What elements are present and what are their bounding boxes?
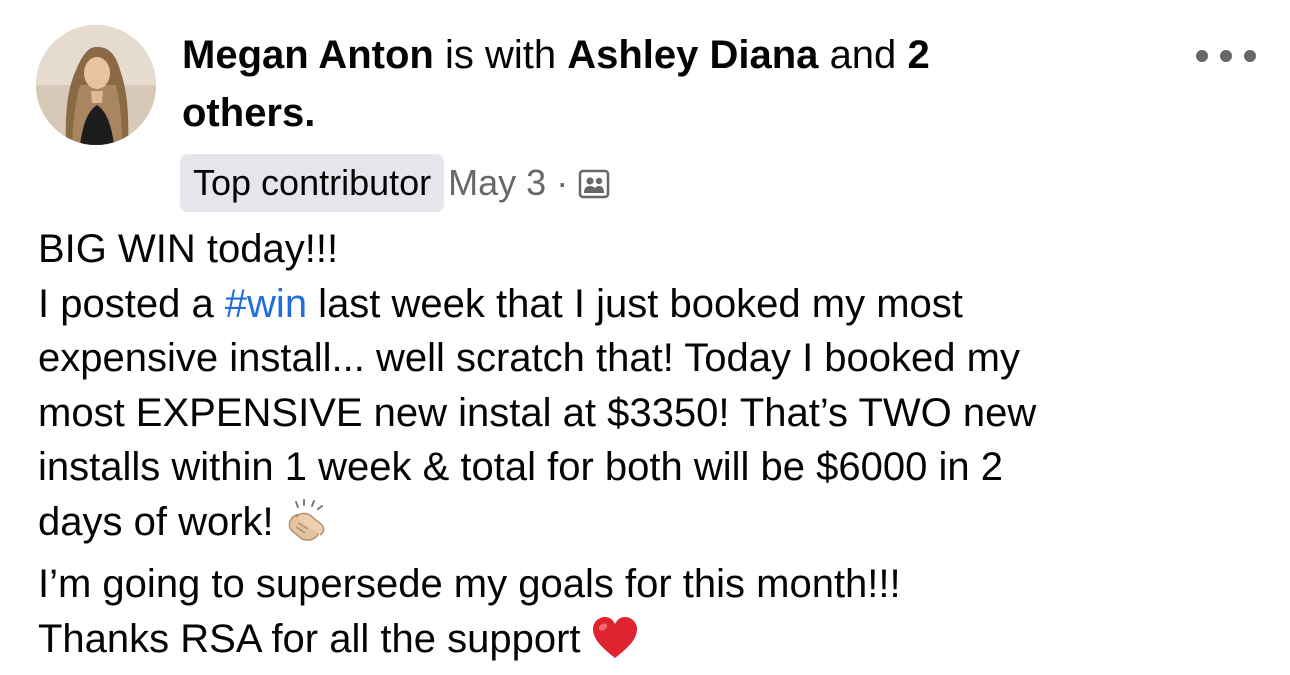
post-body: BIG WIN today!!! I posted a #win last we… <box>38 222 1258 674</box>
body-text-segment: I posted a <box>38 281 225 326</box>
author-avatar[interactable] <box>36 25 156 145</box>
with-text: is with <box>444 33 557 77</box>
more-options-dot <box>1244 50 1256 62</box>
hashtag-link[interactable]: #win <box>225 282 307 326</box>
red-heart-emoji <box>591 616 639 675</box>
post-date-link[interactable]: May 3 <box>448 162 546 204</box>
author-name-link[interactable]: Megan Anton <box>182 33 434 77</box>
body-line: expensive install... well scratch that! … <box>38 336 1020 380</box>
more-options-dot <box>1220 50 1232 62</box>
clapping-hands-emoji <box>284 498 328 558</box>
body-line: days of work! <box>38 495 1258 558</box>
body-text-segment: Thanks RSA for all the support <box>38 616 581 661</box>
group-audience-icon[interactable] <box>578 168 610 200</box>
body-line: most EXPENSIVE new instal at $3350! That… <box>38 390 1037 435</box>
and-text: and <box>829 33 897 77</box>
body-line: Thanks RSA for all the support <box>38 612 1258 675</box>
others-count-link[interactable]: 2 <box>907 33 929 77</box>
others-link[interactable]: others. <box>182 91 315 135</box>
tagged-person-link[interactable]: Ashley Diana <box>567 33 818 77</box>
top-contributor-badge[interactable]: Top contributor <box>180 154 445 212</box>
body-line: I’m going to supersede my goals for this… <box>38 562 901 606</box>
post-header: Megan Anton is with Ashley Diana and 2 o… <box>182 26 1082 142</box>
body-text-segment: last week that I just booked my most <box>307 281 963 326</box>
body-line: installs within 1 week & total for both … <box>38 445 1003 489</box>
body-text-segment: days of work! <box>38 499 274 544</box>
meta-separator: · <box>556 162 569 203</box>
facebook-post: Megan Anton is with Ashley Diana and 2 o… <box>0 0 1290 675</box>
body-line: BIG WIN today!!! <box>38 227 339 271</box>
post-meta: Top contributor May 3 · <box>180 154 610 212</box>
more-options-icon <box>1196 50 1208 62</box>
more-options-button[interactable] <box>1196 36 1256 76</box>
body-line: I posted a #win last week that I just bo… <box>38 277 1258 332</box>
